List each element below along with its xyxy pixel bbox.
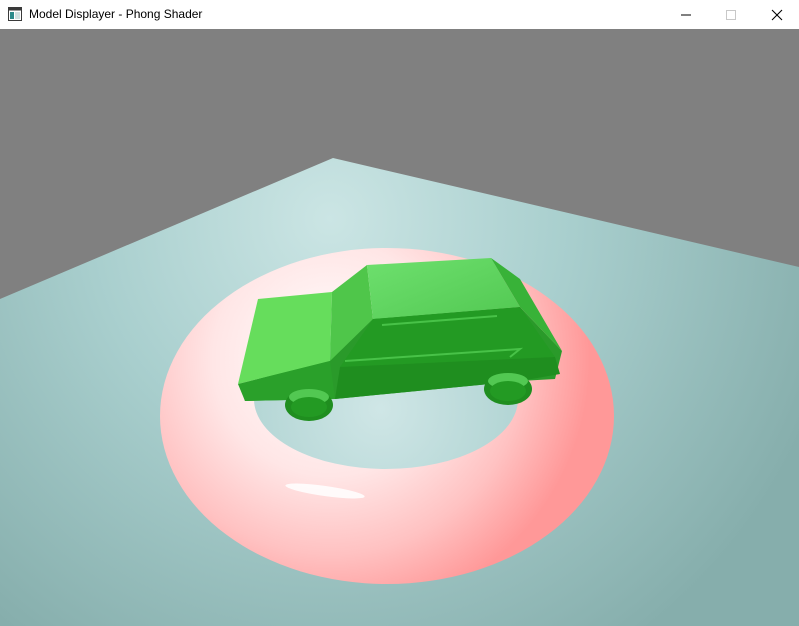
rear-wheel [484, 373, 532, 405]
maximize-icon [725, 9, 736, 20]
minimize-button[interactable] [663, 0, 708, 29]
minimize-icon [680, 14, 691, 15]
maximize-button[interactable] [708, 0, 753, 29]
window-title: Model Displayer - Phong Shader [29, 7, 203, 21]
render-viewport[interactable] [0, 29, 799, 626]
close-icon [771, 9, 782, 20]
app-icon [8, 7, 22, 21]
app-window: Model Displayer - Phong Shader [0, 0, 799, 626]
front-wheel [285, 389, 333, 421]
title-bar[interactable]: Model Displayer - Phong Shader [0, 0, 799, 29]
scene-canvas [0, 29, 799, 626]
close-button[interactable] [754, 0, 799, 29]
